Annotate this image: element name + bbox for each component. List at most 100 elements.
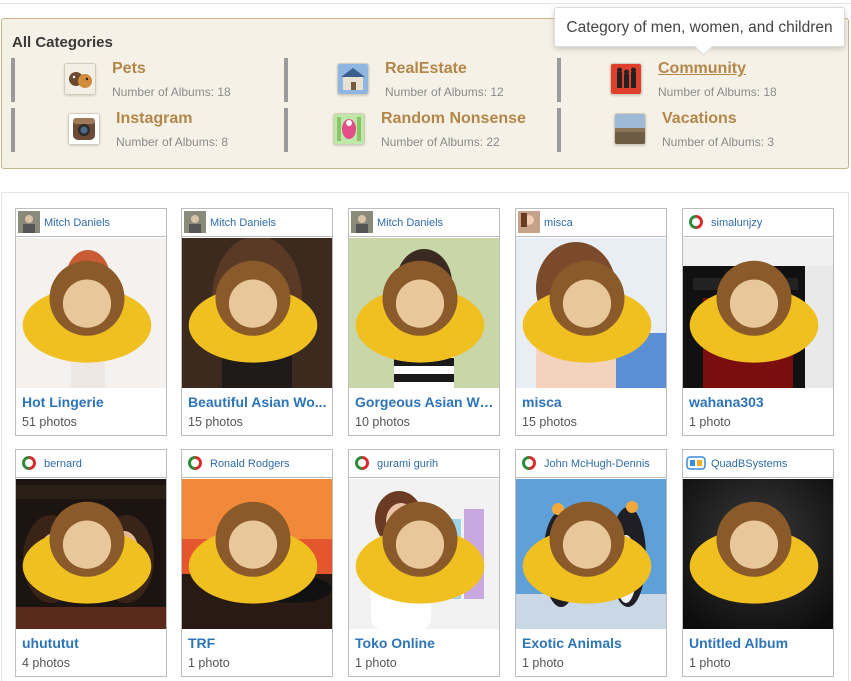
album-owner-link[interactable]: Mitch Daniels xyxy=(44,217,110,229)
category-random-nonsense[interactable]: Random Nonsense Number of Albums: 22 xyxy=(284,108,554,152)
album-cover[interactable] xyxy=(683,479,833,629)
album-owner-link[interactable]: simalunjzy xyxy=(711,217,762,229)
album-owner-link[interactable]: gurami gurih xyxy=(377,458,438,470)
album-owner-link[interactable]: bernard xyxy=(44,458,82,470)
album-card[interactable]: Mitch Daniels Hot Lingerie 51 photos xyxy=(15,208,167,436)
album-title[interactable]: uhututut xyxy=(22,635,162,651)
album-title[interactable]: Toko Online xyxy=(355,635,495,651)
avatar[interactable] xyxy=(518,452,540,474)
avatar[interactable] xyxy=(184,452,206,474)
category-divider xyxy=(284,108,288,152)
realestate-icon[interactable] xyxy=(337,63,369,95)
category-name[interactable]: RealEstate xyxy=(385,60,467,78)
avatar[interactable] xyxy=(18,452,40,474)
category-instagram[interactable]: Instagram Number of Albums: 8 xyxy=(11,108,281,152)
album-cover[interactable] xyxy=(16,479,166,629)
album-owner-link[interactable]: QuadBSystems xyxy=(711,458,787,470)
album-owner-link[interactable]: Mitch Daniels xyxy=(377,217,443,229)
category-divider xyxy=(284,58,288,102)
album-cover[interactable] xyxy=(182,479,332,629)
monkey-badge-icon xyxy=(522,260,652,363)
album-title[interactable]: Exotic Animals xyxy=(522,635,662,651)
album-card[interactable]: gurami gurih Toko Online 1 photo xyxy=(348,449,500,677)
album-photo-count: 4 photos xyxy=(22,656,70,670)
pets-icon[interactable] xyxy=(64,63,96,95)
instagram-icon[interactable] xyxy=(68,113,100,145)
category-name[interactable]: Pets xyxy=(112,60,146,78)
album-owner-link[interactable]: John McHugh-Dennis xyxy=(544,458,650,470)
album-card[interactable]: Mitch Daniels Gorgeous Asian Wo... 10 ph… xyxy=(348,208,500,436)
avatar[interactable] xyxy=(351,452,373,474)
album-cover[interactable] xyxy=(516,238,666,388)
category-divider xyxy=(557,108,561,152)
album-photo-count: 1 photo xyxy=(355,656,397,670)
category-album-count: Number of Albums: 3 xyxy=(662,135,775,149)
album-photo-count: 15 photos xyxy=(522,415,577,429)
album-title[interactable]: Beautiful Asian Wo... xyxy=(188,394,328,410)
community-icon[interactable] xyxy=(610,63,642,95)
category-name[interactable]: Random Nonsense xyxy=(381,110,526,128)
monkey-badge-icon xyxy=(689,260,819,363)
category-divider xyxy=(11,58,15,102)
album-photo-count: 1 photo xyxy=(689,415,731,429)
album-title[interactable]: Gorgeous Asian Wo... xyxy=(355,394,495,410)
avatar[interactable] xyxy=(351,211,373,233)
album-owner-link[interactable]: Ronald Rodgers xyxy=(210,458,290,470)
avatar[interactable] xyxy=(685,211,707,233)
album-owner-bar: misca xyxy=(516,209,666,237)
album-title[interactable]: wahana303 xyxy=(689,394,829,410)
album-photo-count: 1 photo xyxy=(522,656,564,670)
category-pets[interactable]: Pets Number of Albums: 18 xyxy=(11,58,281,102)
category-divider xyxy=(11,108,15,152)
category-album-count: Number of Albums: 8 xyxy=(116,135,229,149)
album-owner-bar: Ronald Rodgers xyxy=(182,450,332,478)
album-cover[interactable] xyxy=(683,238,833,388)
album-photo-count: 10 photos xyxy=(355,415,410,429)
category-album-count: Number of Albums: 18 xyxy=(112,85,231,99)
album-cover[interactable] xyxy=(16,238,166,388)
category-album-count: Number of Albums: 18 xyxy=(658,85,777,99)
vacations-icon[interactable] xyxy=(614,113,646,145)
avatar[interactable] xyxy=(18,211,40,233)
album-owner-link[interactable]: Mitch Daniels xyxy=(210,217,276,229)
category-name[interactable]: Instagram xyxy=(116,110,192,128)
album-photo-count: 1 photo xyxy=(188,656,230,670)
monkey-badge-icon xyxy=(355,260,485,363)
category-name[interactable]: Vacations xyxy=(662,110,737,128)
monkey-badge-icon xyxy=(522,501,652,604)
avatar[interactable] xyxy=(184,211,206,233)
album-owner-bar: Mitch Daniels xyxy=(16,209,166,237)
album-title[interactable]: TRF xyxy=(188,635,328,651)
album-card[interactable]: misca misca 15 photos xyxy=(515,208,667,436)
album-photo-count: 51 photos xyxy=(22,415,77,429)
category-realestate[interactable]: RealEstate Number of Albums: 12 xyxy=(284,58,554,102)
album-title[interactable]: misca xyxy=(522,394,662,410)
monkey-badge-icon xyxy=(689,501,819,604)
album-title[interactable]: Untitled Album xyxy=(689,635,829,651)
avatar[interactable] xyxy=(685,452,707,474)
random-nonsense-icon[interactable] xyxy=(333,113,365,145)
album-photo-count: 1 photo xyxy=(689,656,731,670)
category-vacations[interactable]: Vacations Number of Albums: 3 xyxy=(557,108,827,152)
category-community[interactable]: Community Number of Albums: 18 xyxy=(557,58,827,102)
album-cover[interactable] xyxy=(182,238,332,388)
avatar[interactable] xyxy=(518,211,540,233)
album-title[interactable]: Hot Lingerie xyxy=(22,394,162,410)
album-owner-bar: QuadBSystems xyxy=(683,450,833,478)
monkey-badge-icon xyxy=(22,260,152,363)
album-card[interactable]: John McHugh-Dennis Exotic Animals 1 phot… xyxy=(515,449,667,677)
category-name[interactable]: Community xyxy=(658,60,746,78)
album-owner-bar: gurami gurih xyxy=(349,450,499,478)
album-cover[interactable] xyxy=(349,238,499,388)
album-card[interactable]: simalunjzy wahana303 1 photo xyxy=(682,208,834,436)
album-owner-bar: simalunjzy xyxy=(683,209,833,237)
album-owner-bar: bernard xyxy=(16,450,166,478)
album-owner-link[interactable]: misca xyxy=(544,217,573,229)
album-card[interactable]: Mitch Daniels Beautiful Asian Wo... 15 p… xyxy=(181,208,333,436)
album-cover[interactable] xyxy=(516,479,666,629)
album-card[interactable]: QuadBSystems Untitled Album 1 photo xyxy=(682,449,834,677)
album-cover[interactable] xyxy=(349,479,499,629)
monkey-badge-icon xyxy=(22,501,152,604)
album-card[interactable]: Ronald Rodgers TRF 1 photo xyxy=(181,449,333,677)
album-card[interactable]: bernard uhututut 4 photos xyxy=(15,449,167,677)
